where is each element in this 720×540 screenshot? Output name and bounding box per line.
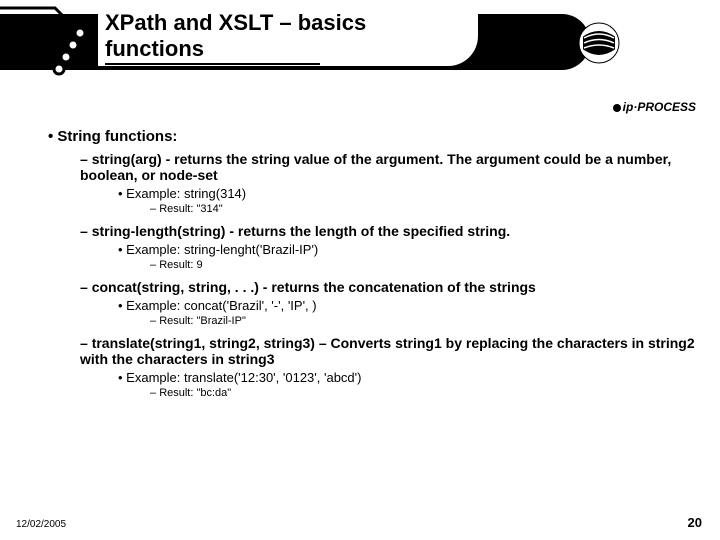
func-result: Result: 9 xyxy=(150,259,695,271)
func-example: Example: translate('12:30', '0123', 'abc… xyxy=(118,370,695,385)
slide-title: XPath and XSLT – basics functions xyxy=(105,10,366,63)
func-example: Example: string-lenght('Brazil-IP') xyxy=(118,242,695,257)
func-desc: string(arg) - returns the string value o… xyxy=(80,151,695,183)
slide-content: String functions: string(arg) - returns … xyxy=(30,128,695,407)
ipprocess-logo-text: ip·PROCESS xyxy=(623,100,696,114)
func-example: Example: string(314) xyxy=(118,186,695,201)
func-result: Result: "Brazil-IP" xyxy=(150,315,695,327)
func-desc: string-length(string) - returns the leng… xyxy=(80,223,695,239)
slide: XPath and XSLT – basics functions ip·PRO… xyxy=(0,0,720,540)
title-underline xyxy=(105,63,320,65)
func-desc: translate(string1, string2, string3) – C… xyxy=(80,335,695,367)
circuit-decoration-icon xyxy=(0,0,120,80)
func-example: Example: concat('Brazil', '-', 'IP', ) xyxy=(118,298,695,313)
slide-header: XPath and XSLT – basics functions xyxy=(0,0,720,78)
footer-page-number: 20 xyxy=(688,515,702,530)
section-heading: String functions: xyxy=(48,128,695,145)
globe-logo-icon xyxy=(578,22,620,64)
footer-date: 12/02/2005 xyxy=(16,519,66,530)
logo-dot-icon xyxy=(613,104,621,112)
title-line-1: XPath and XSLT – basics xyxy=(105,10,366,35)
func-desc: concat(string, string, . . .) - returns … xyxy=(80,279,695,295)
func-result: Result: "314" xyxy=(150,203,695,215)
ipprocess-logo: ip·PROCESS xyxy=(606,100,696,120)
func-result: Result: "bc:da" xyxy=(150,387,695,399)
